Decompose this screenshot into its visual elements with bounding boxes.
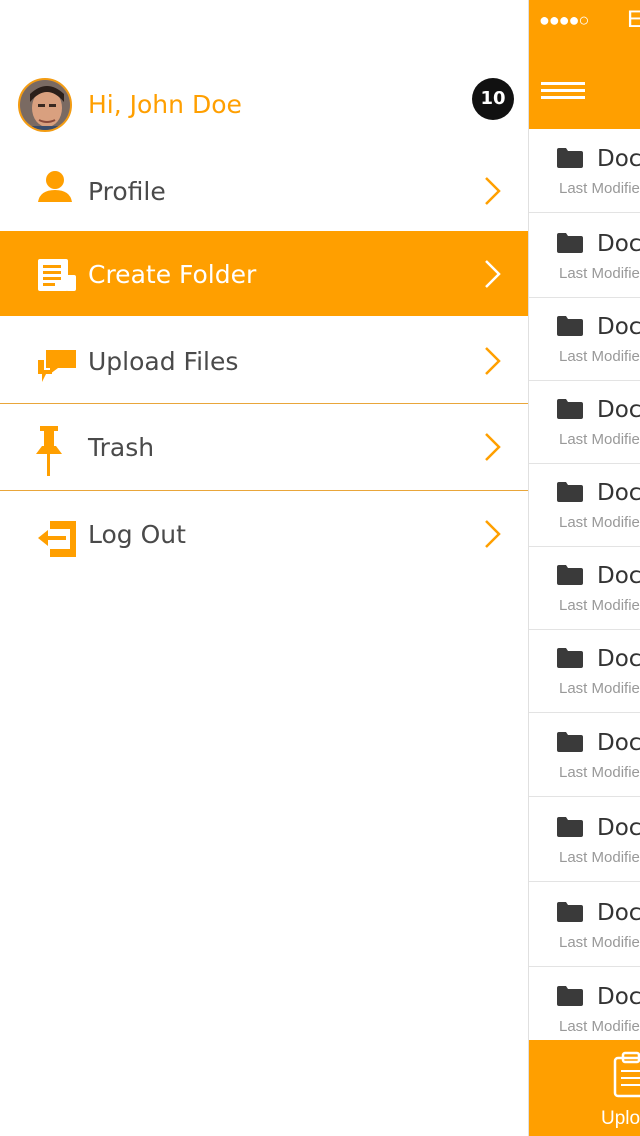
document-modified: Last Modifie	[559, 348, 640, 365]
greeting-text: Hi, John Doe	[88, 90, 242, 119]
folder-icon	[557, 233, 583, 253]
folder-icon	[557, 732, 583, 752]
chevron-right-icon	[482, 259, 504, 289]
document-modified: Last Modifie	[559, 514, 640, 531]
pin-icon	[36, 424, 78, 476]
folder-icon	[557, 399, 583, 419]
carrier-name: E	[627, 6, 640, 34]
document-modified: Last Modifie	[559, 764, 640, 781]
menu-item-trash[interactable]: Trash	[0, 404, 528, 490]
document-modified: Last Modifie	[559, 431, 640, 448]
document-name: Doc	[597, 397, 640, 423]
document-row[interactable]: Doc Last Modifie	[529, 381, 640, 464]
document-modified: Last Modifie	[559, 1018, 640, 1035]
folder-icon	[557, 986, 583, 1006]
app-header: ●●●●○ E	[529, 0, 640, 129]
folder-icon	[557, 902, 583, 922]
document-list-panel[interactable]: ●●●●○ E DocLast ModifieDocuLast ModifieD…	[528, 0, 640, 1136]
folder-icon	[557, 817, 583, 837]
document-modified: Last Modifie	[559, 934, 640, 951]
document-row[interactable]: Doc Last Modifie	[529, 968, 640, 1051]
chat-icon	[36, 338, 78, 384]
document-row[interactable]: Doc Last Modifie	[529, 884, 640, 967]
document-name: Docu	[597, 563, 640, 589]
document-modified: Last Modifie	[559, 180, 640, 197]
clipboard-icon	[613, 1050, 640, 1098]
document-name: Docu	[597, 815, 640, 841]
document-row[interactable]: Docu Last Modifie	[529, 547, 640, 630]
document-row[interactable]: Doc Last Modifie	[529, 464, 640, 547]
document-name: Doc	[597, 646, 640, 672]
menu-label: Trash	[88, 433, 155, 462]
menu-item-upload-files[interactable]: Upload Files	[0, 318, 528, 404]
document-row[interactable]: Docu Last Modifie	[529, 714, 640, 797]
document-row[interactable]: Doc Last Modifie	[529, 630, 640, 713]
document-modified: Last Modifie	[559, 597, 640, 614]
folder-icon	[557, 482, 583, 502]
signal-strength-icon: ●●●●○	[539, 10, 589, 30]
upload-label: Uplo	[601, 1108, 640, 1129]
folder-icon	[557, 148, 583, 168]
menu-item-log-out[interactable]: Log Out	[0, 491, 528, 577]
document-modified: Last Modifie	[559, 849, 640, 866]
document-row[interactable]: Docu Last Modifie	[529, 215, 640, 298]
menu-item-create-folder[interactable]: Create Folder	[0, 231, 542, 316]
document-name: Doc	[597, 984, 640, 1010]
document-row[interactable]: Docu Last Modifie	[529, 799, 640, 882]
document-modified: Last Modifie	[559, 680, 640, 697]
document-row[interactable]: Doc Last Modifie	[529, 298, 640, 381]
logout-icon	[36, 511, 78, 557]
menu-label: Log Out	[88, 520, 186, 549]
menu-icon[interactable]	[541, 82, 585, 100]
menu-item-profile[interactable]: Profile	[0, 148, 528, 234]
document-name: Doc	[597, 314, 640, 340]
folder-icon	[557, 316, 583, 336]
document-name: Doc	[597, 480, 640, 506]
user-icon	[36, 168, 78, 214]
document-name: Docu	[597, 730, 640, 756]
document-name: Doc	[597, 900, 640, 926]
document-modified: Last Modifie	[559, 265, 640, 282]
document-name: Docu	[597, 231, 640, 257]
chevron-right-icon	[482, 432, 504, 462]
document-name: Doc	[597, 146, 640, 172]
notification-badge[interactable]: 10	[472, 78, 514, 120]
newspaper-icon	[36, 251, 78, 297]
user-header[interactable]: Hi, John Doe 10	[0, 60, 528, 148]
avatar[interactable]	[18, 78, 72, 132]
bottom-upload-bar[interactable]: Uplo	[529, 1040, 640, 1136]
menu-label: Profile	[88, 177, 166, 206]
folder-icon	[557, 565, 583, 585]
document-row[interactable]: Doc Last Modifie	[529, 130, 640, 213]
chevron-right-icon	[482, 346, 504, 376]
menu-label: Upload Files	[88, 347, 239, 376]
chevron-right-icon	[482, 519, 504, 549]
chevron-right-icon	[482, 176, 504, 206]
menu-label: Create Folder	[88, 260, 257, 289]
navigation-drawer: Hi, John Doe 10 Profile Create Folder Up…	[0, 0, 542, 1136]
folder-icon	[557, 648, 583, 668]
